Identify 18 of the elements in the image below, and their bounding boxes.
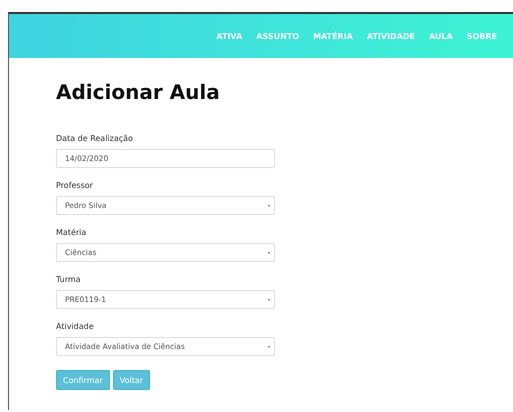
- field-label: Matéria: [56, 228, 88, 237]
- nav-link[interactable]: MATÉRIA: [313, 32, 353, 40]
- caret-icon: [268, 204, 270, 206]
- field-label: Turma: [56, 275, 82, 284]
- field-label: Professor: [56, 181, 94, 190]
- caret-icon: [268, 252, 270, 254]
- field-label: Atividade: [56, 322, 95, 331]
- nav-link[interactable]: ASSUNTO: [256, 32, 300, 40]
- caret-icon: [268, 298, 270, 300]
- confirm-button[interactable]: Confirmar: [56, 370, 110, 390]
- nav-link[interactable]: ATIVIDADE: [366, 32, 415, 40]
- caret-icon: [268, 346, 270, 348]
- nav-link[interactable]: AULA: [428, 32, 453, 40]
- field-label: Data de Realização: [56, 134, 134, 143]
- page-title: Adicionar Aula: [56, 80, 221, 104]
- back-button[interactable]: Voltar: [112, 370, 150, 390]
- nav-link[interactable]: SOBRE: [466, 32, 497, 40]
- nav-link[interactable]: ATIVA: [216, 32, 242, 40]
